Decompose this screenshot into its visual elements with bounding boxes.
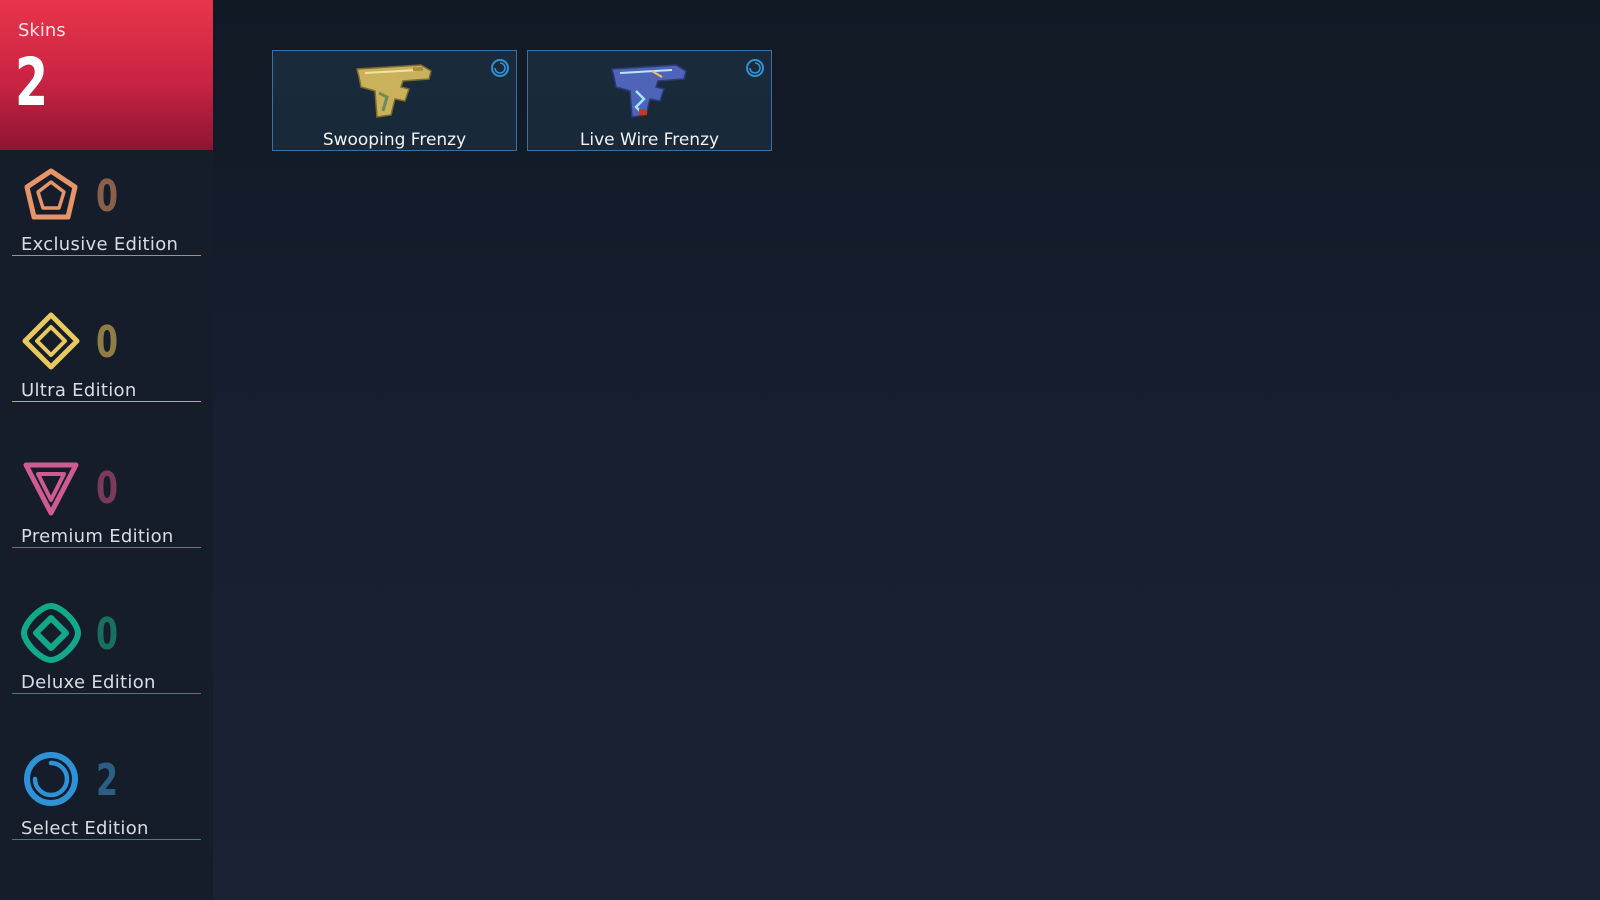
edition-filter-ultra[interactable]: 0 Ultra Edition <box>12 301 201 402</box>
edition-filter-deluxe[interactable]: 0 Deluxe Edition <box>12 593 201 694</box>
skin-tile-swooping-frenzy[interactable]: Swooping Frenzy <box>272 50 517 151</box>
skin-tile-live-wire-frenzy[interactable]: Live Wire Frenzy <box>527 50 772 151</box>
pistol-icon <box>356 64 432 118</box>
collection-screen: Skins 2 0 Exclusive Edition 0 Ultra Edit… <box>0 0 1600 900</box>
deluxe-edition-icon <box>21 603 81 663</box>
edition-count: 2 <box>96 755 119 806</box>
pistol-icon <box>611 64 687 118</box>
select-edition-icon <box>24 752 78 806</box>
premium-edition-icon <box>23 462 79 516</box>
edition-name: Premium Edition <box>21 526 174 547</box>
skins-total-card[interactable]: Skins 2 <box>0 0 213 150</box>
edition-name: Deluxe Edition <box>21 672 156 693</box>
select-edition-icon <box>746 59 764 77</box>
edition-name: Exclusive Edition <box>21 234 179 255</box>
skins-total-count: 2 <box>15 44 49 121</box>
skins-total-label: Skins <box>18 20 66 41</box>
skin-name: Live Wire Frenzy <box>579 130 720 150</box>
edition-filter-exclusive[interactable]: 0 Exclusive Edition <box>12 155 201 256</box>
edition-count: 0 <box>96 317 119 368</box>
edition-divider <box>12 547 201 548</box>
edition-count: 0 <box>96 609 119 660</box>
edition-name: Ultra Edition <box>21 380 137 401</box>
edition-divider <box>12 255 201 256</box>
edition-filter-select[interactable]: 2 Select Edition <box>12 739 201 840</box>
edition-name: Select Edition <box>21 818 149 839</box>
edition-filter-premium[interactable]: 0 Premium Edition <box>12 447 201 548</box>
select-edition-icon <box>491 59 509 77</box>
edition-count: 0 <box>96 171 119 222</box>
edition-sidebar: Skins 2 0 Exclusive Edition 0 Ultra Edit… <box>0 0 213 900</box>
edition-divider <box>12 839 201 840</box>
edition-divider <box>12 693 201 694</box>
skin-name: Swooping Frenzy <box>322 130 467 150</box>
exclusive-edition-icon <box>24 168 78 220</box>
edition-divider <box>12 401 201 402</box>
edition-count: 0 <box>96 463 119 514</box>
ultra-edition-icon <box>22 312 80 370</box>
